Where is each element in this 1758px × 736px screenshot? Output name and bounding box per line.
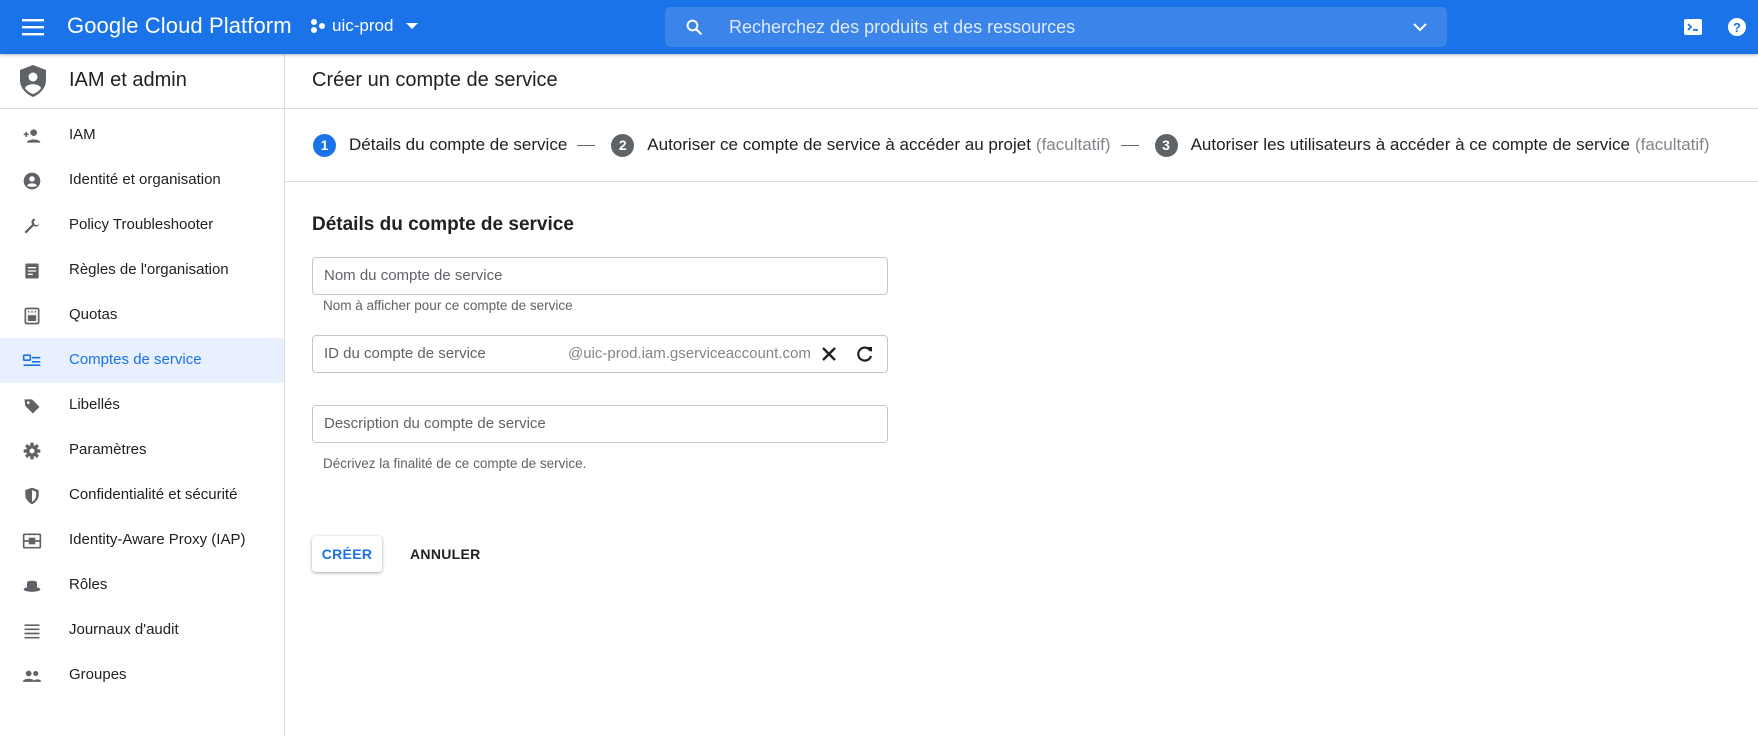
gear-icon [23, 442, 41, 460]
step-2[interactable]: 2 Autoriser ce compte de service à accéd… [611, 133, 1111, 157]
step-separator [1120, 144, 1139, 146]
name-hint: Nom à afficher pour ce compte de service [323, 298, 573, 313]
section-title: Détails du compte de service [312, 214, 574, 235]
caret-down-icon [406, 23, 419, 29]
sidebar-item-service-accounts[interactable]: Comptes de service [0, 338, 284, 383]
sidebar-item-label: Identity-Aware Proxy (IAP) [69, 531, 246, 548]
page-title: Créer un compte de service [312, 69, 558, 91]
create-button[interactable]: CRÉER [312, 536, 382, 572]
top-app-bar: Google Cloud Platform uic-prod Recherche… [0, 0, 1758, 54]
step-number: 2 [611, 133, 635, 157]
service-account-name-field[interactable]: Nom du compte de service [312, 257, 888, 295]
hamburger-icon [22, 19, 44, 36]
step-label: Autoriser ce compte de service à accéder… [647, 135, 1031, 154]
hamburger-menu-button[interactable] [18, 14, 48, 40]
sidebar-item-label: Libellés [69, 396, 120, 413]
sidebar-item-iap[interactable]: Identity-Aware Proxy (IAP) [0, 518, 284, 563]
service-account-icon [22, 354, 41, 366]
sidebar-title: IAM et admin [69, 69, 187, 91]
sidebar-item-labels[interactable]: Libellés [0, 383, 284, 428]
refresh-icon[interactable] [855, 344, 875, 364]
step-number: 3 [1154, 133, 1178, 157]
sidebar-item-label: Rôles [69, 576, 108, 593]
sidebar-header: IAM et admin [0, 54, 284, 109]
search-bar[interactable]: Recherchez des produits et des ressource… [665, 7, 1447, 47]
list-icon [24, 624, 40, 639]
shield-icon [25, 487, 39, 505]
sidebar-item-label: Identité et organisation [69, 171, 221, 188]
sidebar-item-label: Journaux d'audit [69, 621, 179, 638]
article-icon [25, 263, 39, 279]
project-dots-icon [311, 19, 325, 33]
step-optional: (facultatif) [1634, 135, 1710, 154]
terminal-icon [1684, 19, 1702, 35]
sidebar-item-label: Groupes [69, 666, 127, 683]
step-number: 1 [313, 133, 336, 157]
quotas-icon [24, 307, 40, 325]
sidebar-item-privacy-security[interactable]: Confidentialité et sécurité [0, 473, 284, 518]
cancel-button[interactable]: ANNULER [400, 536, 491, 572]
sidebar-item-settings[interactable]: Paramètres [0, 428, 284, 473]
iam-shield-icon [20, 65, 46, 97]
group-icon [22, 670, 42, 682]
sidebar-item-label: Règles de l'organisation [69, 261, 229, 278]
step-3[interactable]: 3 Autoriser les utilisateurs à accéder à… [1154, 133, 1710, 157]
search-icon [686, 19, 702, 35]
sidebar-item-label: Quotas [69, 306, 118, 323]
sidebar-item-audit-logs[interactable]: Journaux d'audit [0, 608, 284, 653]
sidebar-item-label: Paramètres [69, 441, 147, 458]
help-icon: ? [1728, 18, 1746, 36]
description-hint: Décrivez la finalité de ce compte de ser… [323, 456, 587, 471]
page-title-bar: Créer un compte de service [285, 54, 1758, 109]
stepper: 1 Détails du compte de service 2 Autoris… [285, 109, 1758, 182]
brand-title[interactable]: Google Cloud Platform [67, 13, 292, 39]
step-optional: (facultatif) [1035, 135, 1111, 154]
sidebar-item-label: Comptes de service [69, 351, 202, 368]
iap-icon [22, 533, 42, 549]
id-domain-suffix: @uic-prod.iam.gserviceaccount.com [568, 345, 811, 362]
step-separator [577, 144, 596, 146]
person-add-icon [23, 129, 41, 143]
service-account-id-field[interactable]: ID du compte de service @uic-prod.iam.gs… [312, 335, 888, 373]
id-placeholder: ID du compte de service [324, 345, 486, 362]
account-circle-icon [23, 172, 41, 190]
step-label: Autoriser les utilisateurs à accéder à c… [1190, 135, 1630, 154]
sidebar-item-quotas[interactable]: Quotas [0, 293, 284, 338]
sidebar-item-label: IAM [69, 126, 96, 143]
sidebar-item-identity[interactable]: Identité et organisation [0, 158, 284, 203]
sidebar-item-policy-troubleshooter[interactable]: Policy Troubleshooter [0, 203, 284, 248]
wrench-icon [24, 218, 40, 234]
sidebar-item-roles[interactable]: Rôles [0, 563, 284, 608]
sidebar-item-label: Policy Troubleshooter [69, 216, 214, 233]
service-account-description-field[interactable]: Description du compte de service [312, 405, 888, 443]
help-button[interactable]: ? [1724, 15, 1750, 39]
chevron-down-icon[interactable] [1411, 18, 1429, 36]
sidebar-item-org-policies[interactable]: Règles de l'organisation [0, 248, 284, 293]
name-placeholder: Nom du compte de service [324, 267, 503, 284]
description-placeholder: Description du compte de service [324, 415, 546, 432]
main-content: Créer un compte de service 1 Détails du … [285, 54, 1758, 736]
sidebar-nav: IAM Identité et organisation Policy Trou… [0, 109, 284, 698]
search-placeholder: Recherchez des produits et des ressource… [729, 17, 1076, 37]
step-label: Détails du compte de service [349, 135, 568, 154]
project-selector[interactable]: uic-prod [310, 16, 419, 36]
cloud-shell-button[interactable] [1680, 15, 1706, 39]
hat-icon [23, 580, 41, 592]
close-icon[interactable] [819, 344, 839, 364]
sidebar-item-iam[interactable]: IAM [0, 113, 284, 158]
svg-text:?: ? [1733, 20, 1741, 35]
label-icon [24, 399, 40, 414]
step-1[interactable]: 1 Détails du compte de service [313, 133, 568, 157]
project-name: uic-prod [332, 16, 394, 35]
sidebar: IAM et admin IAM Identité et organisatio… [0, 54, 285, 736]
sidebar-item-label: Confidentialité et sécurité [69, 486, 238, 503]
sidebar-item-groups[interactable]: Groupes [0, 653, 284, 698]
